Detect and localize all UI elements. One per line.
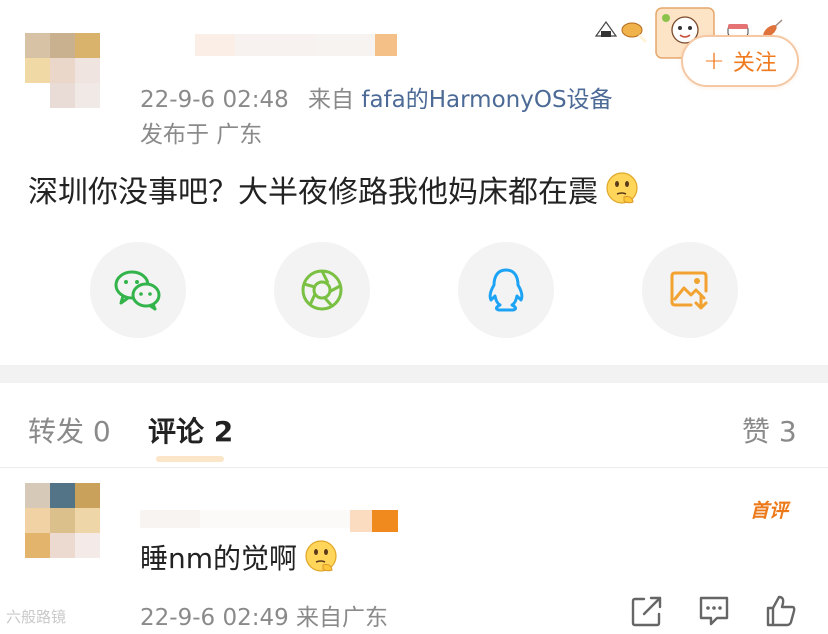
post-device-link[interactable]: fafa的HarmonyOS设备 [361, 87, 612, 113]
post-body: 深圳你没事吧？大半夜修路我他妈床都在震 [28, 167, 640, 211]
post-meta: 22-9-6 02:48 来自 fafa的HarmonyOS设备 [140, 80, 613, 114]
watermark: 六般路镜 [6, 608, 67, 626]
post-source-prefix: 来自 [308, 87, 355, 113]
like-thumbs-up-icon[interactable] [764, 594, 798, 628]
comment-text: 睡nm的觉啊 [140, 542, 298, 575]
wechat-share-button[interactable] [90, 242, 186, 338]
thinking-face-emoji-icon [305, 540, 337, 572]
tabs-divider [0, 467, 828, 468]
post-timestamp: 22-9-6 02:48 [140, 87, 289, 113]
comment-body: 睡nm的觉啊 [140, 537, 339, 577]
commenter-avatar[interactable] [25, 483, 100, 558]
plus-icon: + [703, 46, 725, 76]
moments-aperture-icon [301, 269, 343, 311]
thinking-face-emoji-icon [606, 172, 638, 204]
author-avatar[interactable] [25, 33, 100, 108]
section-divider [0, 365, 828, 383]
first-comment-badge: 首评 [750, 500, 789, 522]
image-download-icon [670, 271, 708, 310]
tab-comments[interactable]: 评论 2 [148, 410, 233, 450]
follow-button[interactable]: + 关注 [681, 35, 799, 87]
post-text: 深圳你没事吧？大半夜修路我他妈床都在震 [28, 175, 598, 210]
rice-ball-icon [594, 20, 618, 37]
comment-meta: 22-9-6 02:49 来自广东 [140, 605, 389, 631]
fried-drumstick-icon [621, 22, 648, 44]
wechat-icon [114, 270, 161, 311]
follow-label: 关注 [732, 51, 777, 76]
qq-penguin-icon [488, 268, 524, 312]
tab-reposts[interactable]: 转发 0 [28, 410, 111, 450]
reply-comment-icon[interactable] [697, 594, 731, 628]
save-image-button[interactable] [642, 242, 738, 338]
author-name-blurred[interactable] [195, 34, 397, 56]
tab-likes[interactable]: 赞 3 [742, 410, 797, 450]
commenter-name-blurred[interactable] [140, 510, 398, 532]
share-comment-icon[interactable] [630, 594, 664, 628]
active-tab-indicator [156, 456, 224, 462]
moments-share-button[interactable] [274, 242, 370, 338]
qq-share-button[interactable] [458, 242, 554, 338]
post-location: 发布于 广东 [140, 122, 263, 148]
